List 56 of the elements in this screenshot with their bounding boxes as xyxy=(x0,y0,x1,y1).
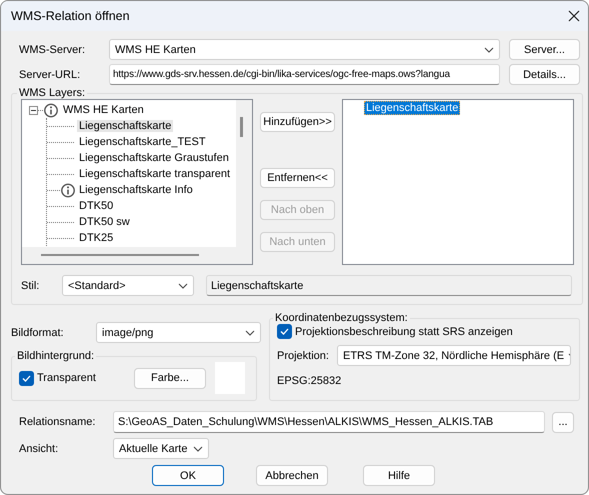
scrollbar-thumb[interactable] xyxy=(41,254,199,256)
style-dropdown[interactable]: <Standard> xyxy=(62,275,194,296)
dialog-button[interactable]: Abbrechen xyxy=(256,465,328,486)
list-item[interactable]: Liegenschaftskarte xyxy=(364,101,460,115)
chevron-down-icon xyxy=(484,46,494,52)
format-dropdown[interactable]: image/png xyxy=(96,322,261,343)
field-label: Server-URL: xyxy=(19,68,82,80)
checkbox[interactable] xyxy=(277,324,292,339)
tree-item[interactable]: Liegenschaftskarte_TEST xyxy=(77,136,208,148)
server-dropdown[interactable]: WMS HE Karten xyxy=(109,39,500,60)
checkbox-label: Projektionsbeschreibung statt SRS anzeigen xyxy=(295,326,513,338)
url-field[interactable]: https://www.gds-srv.hessen.de/cgi-bin/lika-services/ogc-free-maps.ows?langua xyxy=(109,64,500,85)
checkbox-label: Transparent xyxy=(37,372,96,384)
field-label: Stil: xyxy=(21,280,40,292)
layer-button[interactable]: Hinzufügen>> xyxy=(260,112,335,132)
close-icon[interactable] xyxy=(568,10,580,22)
tree-item[interactable]: DTK25 xyxy=(77,232,116,244)
scrollbar-thumb[interactable] xyxy=(240,117,243,137)
group-title: Koordinatenbezugssystem: xyxy=(274,312,409,324)
chevron-down-icon xyxy=(178,282,188,288)
projection-dropdown[interactable]: ETRS TM-Zone 32, Nördliche Hemisphäre (E xyxy=(337,345,571,366)
tree-item[interactable]: DTK50 xyxy=(77,200,116,212)
tree-item[interactable]: Liegenschaftskarte transparent xyxy=(77,168,232,180)
group-title: Bildhintergrund: xyxy=(16,350,96,362)
chevron-down-icon xyxy=(193,446,203,452)
chevron-down-icon xyxy=(245,330,255,336)
field-label: Bildformat: xyxy=(11,326,65,338)
info-icon xyxy=(38,102,58,118)
selected-layers-list[interactable]: Liegenschaftskarte xyxy=(342,99,574,265)
collapse-icon[interactable] xyxy=(29,106,38,114)
field-label: Relationsname: xyxy=(19,416,96,428)
tree-item[interactable]: DTK50 sw xyxy=(77,216,132,228)
relation-name-field[interactable]: S:\GeoAS_Daten_Schulung\WMS\Hessen\ALKIS\WMS_Hessen_ALKIS.TAB xyxy=(113,411,545,433)
check-icon xyxy=(280,328,289,335)
dialog-button[interactable]: OK xyxy=(152,465,224,486)
field-label: WMS-Server: xyxy=(19,44,86,56)
dialog-button[interactable]: Hilfe xyxy=(363,465,435,486)
style-name-field: Liegenschaftskarte xyxy=(206,275,572,296)
color-button[interactable]: Farbe... xyxy=(134,368,206,388)
group-title: WMS Layers: xyxy=(18,87,86,99)
field-label: Ansicht: xyxy=(19,442,60,454)
layer-button[interactable]: Entfernen<< xyxy=(260,168,335,188)
check-icon xyxy=(22,374,31,382)
tree-item[interactable]: Liegenschaftskarte Graustufen xyxy=(77,152,231,164)
tree-item[interactable]: WMS HE Karten xyxy=(61,104,146,116)
tree-item[interactable]: Liegenschaftskarte Info xyxy=(77,184,195,196)
epsg-code: EPSG:25832 xyxy=(277,375,342,387)
layer-tree[interactable]: WMS HE Karten Liegenschaftskarte Liegenschaftskarte_TEST Liegenschaftskarte Graustufen Liegenschaftskarte transparent Liegenschaftskarte Info DTK50 DTK50 sw DTK25 xyxy=(21,99,253,265)
field-label: Projektion: xyxy=(277,350,330,362)
server-button[interactable]: Server... xyxy=(509,39,580,60)
tree-item[interactable]: Liegenschaftskarte xyxy=(77,120,174,132)
browse-button[interactable]: ... xyxy=(552,412,574,432)
checkbox[interactable] xyxy=(19,370,34,386)
view-dropdown[interactable]: Aktuelle Karte xyxy=(113,438,209,459)
window-title: WMS-Relation öffnen xyxy=(11,9,130,23)
details-button[interactable]: Details... xyxy=(509,64,580,85)
